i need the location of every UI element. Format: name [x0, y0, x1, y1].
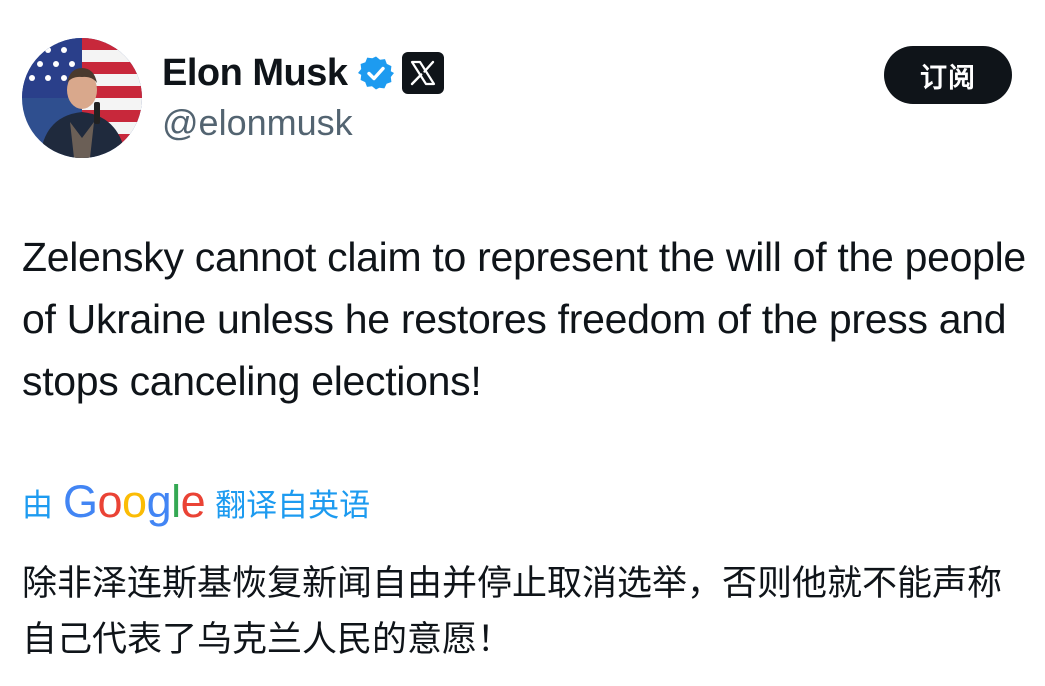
author-display-name[interactable]: Elon Musk [162, 52, 348, 95]
translation-suffix: 翻译自英语 [215, 487, 371, 524]
translation-attribution[interactable]: 由 Google 翻译自英语 [22, 474, 370, 530]
google-logo: Google [63, 476, 206, 527]
x-logo-icon [401, 52, 444, 94]
avatar[interactable] [22, 38, 142, 158]
author-name-row: Elon Musk [162, 48, 444, 98]
tweet-text: Zelensky cannot claim to represent the w… [22, 234, 1026, 404]
author-handle[interactable]: @elonmusk [162, 102, 353, 144]
subscribe-button[interactable]: 订阅 [884, 46, 1012, 104]
verified-badge-icon [357, 55, 394, 91]
translated-tweet-text: 除非泽连斯基恢复新闻自由并停止取消选举，否则他就不能声称自己代表了乌克兰人民的意… [22, 564, 1003, 660]
user-avatar-photo [22, 38, 142, 158]
translation-prefix: 由 [22, 487, 53, 524]
